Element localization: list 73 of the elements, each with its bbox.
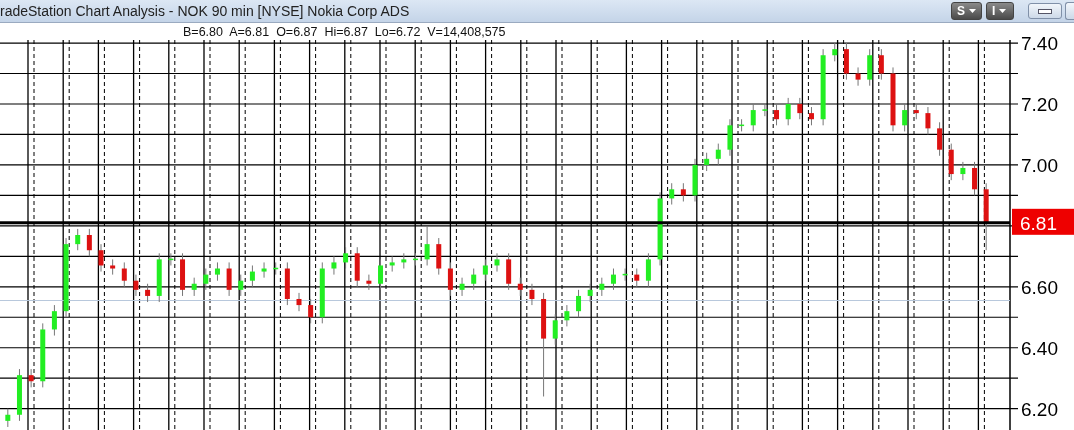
candlestick <box>634 268 640 288</box>
candlestick <box>98 243 104 273</box>
candlestick <box>937 121 943 157</box>
candlestick <box>750 103 756 132</box>
candlestick <box>529 283 535 306</box>
candlestick <box>459 277 465 297</box>
candlestick <box>343 246 349 270</box>
candlestick <box>133 274 139 297</box>
candlestick <box>75 228 81 251</box>
candlestick <box>145 283 151 303</box>
axis-tick-label: 6.60 <box>1021 276 1058 298</box>
candlestick <box>471 268 477 291</box>
axis-tick-label: 7.00 <box>1021 154 1058 176</box>
candlestick <box>925 106 931 135</box>
ref-line-label: 6.81 <box>1020 212 1057 234</box>
candlestick <box>308 298 314 324</box>
candlestick <box>366 274 372 291</box>
candlestick <box>28 368 34 388</box>
candlestick <box>680 182 686 202</box>
candlestick <box>774 103 780 126</box>
candlestick <box>552 313 558 346</box>
candlestick <box>797 97 803 120</box>
candlestick <box>296 292 302 312</box>
quote-readout: B=6.80 A=6.81 O=6.87 Hi=6.87 Lo=6.72 V=14,408,575 <box>183 24 506 39</box>
candlestick <box>249 264 255 288</box>
axis-tick-label: 7.20 <box>1021 94 1058 115</box>
candlestick <box>645 252 651 288</box>
window-title: radeStation Chart Analysis - NOK 90 min [NYSE] Nokia Corp ADS <box>0 3 411 19</box>
candlestick <box>669 182 675 206</box>
candlestick <box>517 277 523 297</box>
candlestick <box>832 42 838 62</box>
candlestick <box>902 103 908 132</box>
candlestick <box>191 277 197 297</box>
candlestick <box>610 268 616 291</box>
candlestick <box>494 252 500 273</box>
candlestick <box>972 161 978 196</box>
minimize-icon <box>1038 8 1052 14</box>
candlestick <box>482 258 488 282</box>
candlestick <box>599 277 605 297</box>
candlestick <box>214 261 220 282</box>
candlestick <box>378 258 384 291</box>
candlestick <box>785 97 791 126</box>
candlestick <box>447 261 453 297</box>
candlestick <box>960 161 966 181</box>
candlestick <box>203 268 209 291</box>
candlestick <box>121 261 127 288</box>
minimize-button[interactable] <box>1028 3 1062 19</box>
candlestick <box>86 228 92 257</box>
candlestick <box>51 304 57 337</box>
candlestick <box>564 304 570 327</box>
axis-tick-label: 6.40 <box>1021 337 1058 359</box>
candlestick <box>226 261 232 297</box>
candlestick <box>704 152 710 172</box>
candlestick <box>5 408 11 428</box>
toolbar-button[interactable]: S <box>951 2 982 20</box>
candlestick <box>762 103 768 117</box>
axis-tick-label: 6.20 <box>1021 398 1058 420</box>
candlestick <box>424 225 430 266</box>
price-label: 6.81 <box>1012 208 1074 235</box>
candlestick <box>855 66 861 87</box>
maximize-button[interactable] <box>1065 2 1074 20</box>
candlestick <box>878 48 884 81</box>
toolbar-button[interactable]: I <box>986 2 1014 20</box>
candlestick <box>715 143 721 166</box>
candlestick <box>331 255 337 276</box>
candlestick <box>238 274 244 297</box>
candlestick <box>587 283 593 303</box>
candlestick <box>261 261 267 279</box>
candlestick <box>576 289 582 318</box>
axis-tick-label: 7.40 <box>1021 33 1058 55</box>
caret-icon <box>999 9 1007 13</box>
caret-icon <box>969 9 976 13</box>
candlestick <box>808 106 814 126</box>
